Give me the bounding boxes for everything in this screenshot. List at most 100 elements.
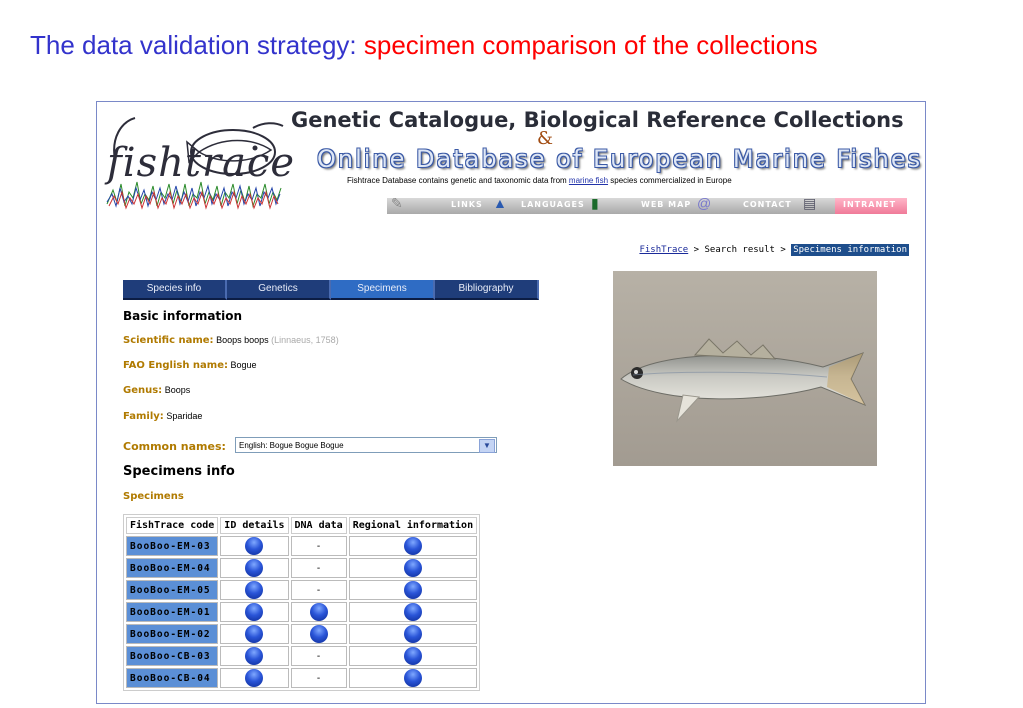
id-details-button-icon[interactable] [245, 625, 264, 643]
nav-intranet[interactable]: INTRANET [843, 200, 896, 209]
slide-title-part1: The data validation strategy: [30, 30, 364, 60]
nav-contact[interactable]: CONTACT [743, 200, 792, 209]
regional-info-cell [348, 646, 478, 666]
id-details-button-icon[interactable] [245, 581, 264, 599]
specimens-info-heading: Specimens info [123, 464, 235, 479]
id-details-cell [220, 624, 289, 644]
id-details-cell [220, 536, 289, 556]
table-row: BooBoo-EM-03 - [126, 536, 478, 556]
regional-info-button-icon[interactable] [403, 581, 422, 599]
common-names-select[interactable]: English: Bogue Bogue Bogue ▼ [235, 437, 497, 453]
genus-row: Genus: Boops [123, 385, 190, 396]
dna-data-button-icon[interactable] [309, 625, 328, 643]
site-title-line1: Genetic Catalogue, Biological Reference … [291, 108, 904, 132]
scientific-name-row: Scientific name: Boops boops (Linnaeus, … [123, 335, 339, 346]
tab-species-info[interactable]: Species info [123, 280, 227, 300]
table-row: BooBoo-CB-04 - [126, 668, 478, 688]
table-row: BooBoo-CB-03 - [126, 646, 478, 666]
screenshot-frame: fishtrace Genetic Catalogue, Biological … [96, 101, 926, 704]
common-names-selected: English: Bogue Bogue Bogue [239, 441, 344, 450]
site-title-line2: Online Database of European Marine Fishe… [317, 145, 923, 173]
dna-data-cell: - [290, 646, 347, 666]
scientific-name-author: (Linnaeus, 1758) [271, 335, 339, 345]
genus-value: Boops [164, 385, 191, 395]
family-value: Sparidae [166, 411, 203, 421]
regional-info-button-icon[interactable] [403, 559, 422, 577]
fishtrace-logo[interactable]: fishtrace [103, 108, 294, 216]
dna-data-cell: - [290, 580, 347, 600]
specimen-code[interactable]: BooBoo-EM-03 [126, 536, 219, 556]
id-details-button-icon[interactable] [245, 559, 264, 577]
specimen-code[interactable]: BooBoo-EM-01 [126, 602, 219, 622]
table-row: BooBoo-EM-01 [126, 602, 478, 622]
scientific-name-label: Scientific name: [123, 335, 214, 346]
id-details-button-icon[interactable] [245, 669, 264, 687]
europe-map-icon: ▲ [493, 195, 507, 211]
dna-data-cell [290, 624, 347, 644]
id-details-cell [220, 646, 289, 666]
id-details-button-icon[interactable] [245, 603, 264, 621]
breadcrumb-home-link[interactable]: FishTrace [639, 245, 688, 255]
marine-fish-link[interactable]: marine fish [569, 176, 608, 185]
specimen-code[interactable]: BooBoo-EM-04 [126, 558, 219, 578]
table-header-row: FishTrace code ID details DNA data Regio… [126, 517, 478, 534]
regional-info-button-icon[interactable] [403, 647, 422, 665]
regional-info-cell [348, 624, 478, 644]
breadcrumb-separator: > [774, 245, 792, 255]
dna-data-dash: - [316, 650, 321, 662]
specimen-code[interactable]: BooBoo-CB-04 [126, 668, 219, 688]
specimen-code[interactable]: BooBoo-EM-02 [126, 624, 219, 644]
breadcrumb-current: Specimens information [791, 244, 909, 256]
chevron-down-icon[interactable]: ▼ [479, 439, 495, 453]
regional-info-button-icon[interactable] [403, 625, 422, 643]
site-description-text-end: species commercialized in Europe [608, 176, 732, 185]
table-row: BooBoo-EM-04 - [126, 558, 478, 578]
specimen-photo [613, 271, 877, 466]
dna-data-cell [290, 602, 347, 622]
site-description-text: Fishtrace Database contains genetic and … [347, 176, 569, 185]
regional-info-cell [348, 580, 478, 600]
fao-name-label: FAO English name: [123, 360, 228, 371]
nav-languages[interactable]: LANGUAGES [521, 200, 585, 209]
specimens-subheading: Specimens [123, 491, 184, 502]
genus-label: Genus: [123, 385, 163, 396]
top-nav-bar: ✎ LINKS ▲ LANGUAGES ▮ WEB MAP @ CONTACT … [387, 195, 907, 214]
logo-wordmark: fishtrace [107, 140, 296, 186]
nav-web-map[interactable]: WEB MAP [641, 200, 691, 209]
dna-data-button-icon[interactable] [309, 603, 328, 621]
tab-genetics[interactable]: Genetics [227, 280, 331, 300]
scientific-name-value: Boops boops [216, 335, 269, 345]
id-details-button-icon[interactable] [245, 537, 264, 555]
fish-image [620, 338, 867, 423]
dna-data-dash: - [316, 540, 321, 552]
slide-title-part2: specimen comparison of the collections [363, 30, 818, 60]
tab-specimens[interactable]: Specimens [331, 280, 435, 300]
table-row: BooBoo-EM-02 [126, 624, 478, 644]
table-row: BooBoo-EM-05 - [126, 580, 478, 600]
col-id-details: ID details [220, 517, 289, 534]
regional-info-button-icon[interactable] [403, 669, 422, 687]
specimen-code[interactable]: BooBoo-EM-05 [126, 580, 219, 600]
specimen-code[interactable]: BooBoo-CB-03 [126, 646, 219, 666]
dna-data-dash: - [316, 584, 321, 596]
id-details-cell [220, 668, 289, 688]
dna-data-cell: - [290, 536, 347, 556]
fao-name-row: FAO English name: Bogue [123, 360, 257, 371]
regional-info-cell [348, 668, 478, 688]
tab-bibliography[interactable]: Bibliography [435, 280, 539, 300]
family-row: Family: Sparidae [123, 411, 202, 422]
regional-info-button-icon[interactable] [403, 537, 422, 555]
id-details-button-icon[interactable] [245, 647, 264, 665]
col-fishtrace-code: FishTrace code [126, 517, 219, 534]
dna-data-cell: - [290, 558, 347, 578]
regional-info-cell [348, 536, 478, 556]
nav-links[interactable]: LINKS [451, 200, 483, 209]
id-details-cell [220, 558, 289, 578]
family-label: Family: [123, 411, 164, 422]
language-icon: ▮ [591, 195, 599, 211]
dna-data-dash: - [316, 562, 321, 574]
dna-data-cell: - [290, 668, 347, 688]
paperclip-icon: ✎ [391, 195, 403, 211]
id-details-cell [220, 602, 289, 622]
regional-info-button-icon[interactable] [403, 603, 422, 621]
